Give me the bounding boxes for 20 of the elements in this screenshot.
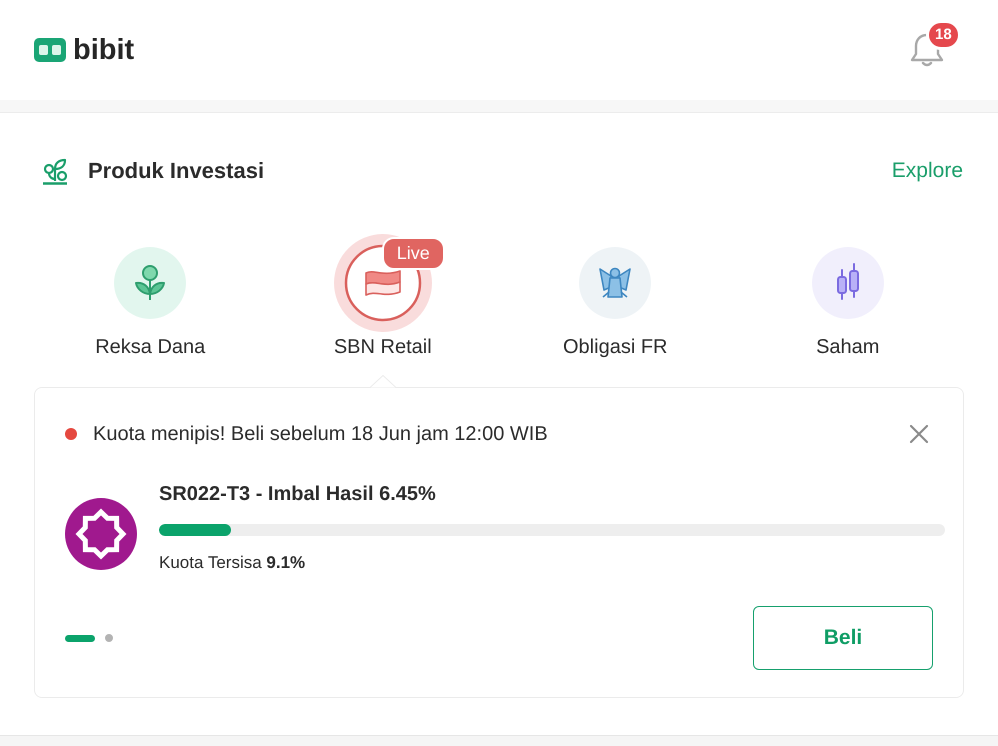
page-indicator[interactable] (105, 634, 113, 642)
page-indicator[interactable] (65, 634, 95, 642)
bond-title: SR022-T3 - Imbal Hasil 6.45% (159, 482, 437, 506)
flower-icon (112, 245, 188, 321)
close-icon[interactable] (909, 424, 929, 444)
quota-text: Kuota Tersisa 9.1% (159, 553, 306, 573)
live-badge: Live (382, 237, 445, 270)
alert-text: Kuota menipis! Beli sebelum 18 Jun jam 12:00 WIB (93, 422, 548, 447)
logo-text: bibit (73, 33, 134, 67)
logo-icon (34, 38, 66, 62)
status-dot-icon (65, 428, 77, 440)
product-tab[interactable]: Reksa Dana (95, 234, 206, 359)
winged-figure-icon (577, 245, 654, 321)
notification-count-badge: 18 (926, 20, 961, 50)
product-tab[interactable]: Obligasi FR (563, 234, 668, 359)
candlestick-icon (810, 245, 886, 321)
section-title: Produk Investasi (88, 157, 264, 185)
sprout-icon (42, 157, 68, 185)
star-badge-icon (65, 498, 137, 570)
product-tab[interactable]: Saham (810, 234, 886, 359)
